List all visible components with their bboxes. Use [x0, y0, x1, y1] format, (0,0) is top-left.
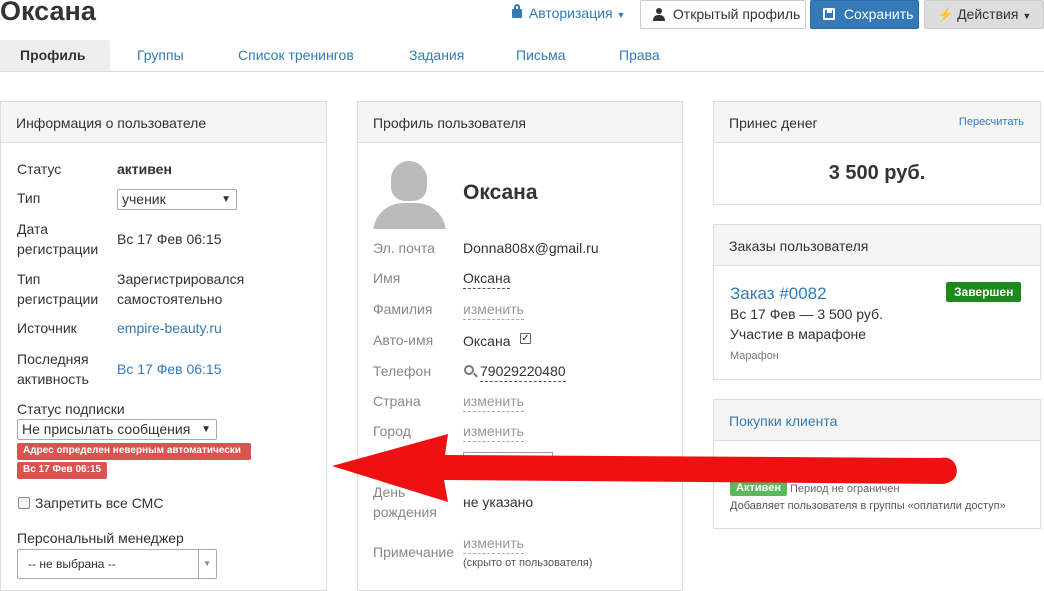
lastname-edit[interactable]: изменить [463, 299, 524, 320]
user-profile-panel: Профиль пользователя Оксана Эл. почта Do… [357, 101, 683, 591]
lock-icon [512, 4, 522, 18]
tab-letters[interactable]: Письма [516, 40, 566, 71]
profile-name: Оксана [463, 181, 538, 204]
source-label: Источник [17, 320, 77, 336]
note-hint: (скрыто от пользователя) [463, 557, 593, 569]
avatar [373, 159, 446, 229]
actions-dropdown[interactable]: ⚡ Действия ▼ [924, 0, 1044, 29]
purchase-active-badge: Активен [730, 480, 787, 496]
tab-groups[interactable]: Группы [137, 40, 184, 71]
purchases-panel: Покупки клиента Активен Период не ограни… [713, 399, 1041, 529]
date-badge: Вс 17 Фев 06:15 [17, 462, 107, 479]
panel-heading: Заказы пользователя [714, 225, 1040, 266]
reg-date-value: Вс 17 Фев 06:15 [117, 231, 222, 247]
sms-ban-label: Запретить все СМС [35, 495, 164, 511]
lastname-label: Фамилия [373, 301, 433, 317]
country-edit[interactable]: изменить [463, 391, 524, 412]
phone-label: Телефон [373, 363, 432, 379]
panel-heading: Профиль пользователя [358, 102, 682, 143]
user-icon [653, 8, 665, 21]
order-date-amount: Вс 17 Фев — 3 500 руб. [730, 306, 883, 322]
purchase-title-obscured [730, 460, 930, 470]
manager-select[interactable]: -- не выбрана -- ▼ [17, 549, 217, 579]
autoname-label: Авто-имя [373, 332, 434, 348]
reg-date-label: Дата регистрации [17, 221, 99, 257]
page-title: Оксана [0, 0, 96, 26]
authorization-label: Авторизация [528, 5, 613, 21]
manager-label: Персональный менеджер [17, 530, 184, 546]
subscription-select[interactable]: Не присылать сообщения ▼ [17, 419, 217, 440]
last-active-label: Последняя активность [17, 351, 89, 387]
save-button[interactable]: Сохранить [810, 0, 919, 29]
order-link[interactable]: Заказ #0082 [730, 283, 827, 305]
open-profile-button[interactable]: Открытый профиль [640, 0, 806, 29]
actions-label: Действия [957, 6, 1019, 22]
order-description: Участие в марафоне [730, 326, 867, 342]
top-bar: Оксана Авторизация ▼ Открытый профиль Со… [0, 0, 1044, 30]
tab-bar: Профиль Группы Список тренингов Задания … [0, 40, 1044, 72]
orders-panel: Заказы пользователя Заказ #0082 Завершен… [713, 224, 1041, 380]
reg-type-label: Тип регистрации [17, 271, 99, 307]
bolt-icon: ⚡ [937, 7, 954, 22]
panel-heading: Информация о пользователе [1, 102, 326, 143]
purchase-description: Добавляет пользователя в группы «оплатил… [730, 500, 1006, 512]
city-label: Город [373, 423, 411, 439]
type-label: Тип [17, 190, 41, 206]
phone-edit[interactable]: 79029220480 [480, 361, 566, 382]
reg-type-value: Зарегистрировался самостоятельно [117, 271, 245, 307]
tab-trainings[interactable]: Список тренингов [238, 40, 354, 71]
floppy-icon [823, 8, 835, 20]
autoname-checkbox[interactable]: ✓ [520, 333, 531, 344]
address-error-badge: Адрес определен неверным автоматически [17, 443, 251, 460]
hidden-field[interactable] [463, 452, 553, 472]
birthday-value: не указано [463, 494, 534, 510]
caret-down-icon: ▼ [1022, 11, 1032, 21]
open-profile-label: Открытый профиль [672, 6, 801, 22]
last-active-link[interactable]: Вс 17 Фев 06:15 [117, 359, 221, 379]
order-status-badge: Завершен [946, 282, 1022, 302]
manager-select-value: -- не выбрана -- [28, 557, 116, 571]
note-label: Примечание [373, 544, 455, 560]
money-panel: Принес денег Пересчитать 3 500 руб. [713, 101, 1041, 205]
tab-rights[interactable]: Права [619, 40, 660, 71]
caret-down-icon: ▼ [201, 424, 211, 435]
subscription-select-value: Не присылать сообщения [22, 421, 191, 437]
firstname-edit[interactable]: Оксана [463, 268, 511, 289]
note-edit[interactable]: изменить [463, 533, 524, 554]
type-select-value: ученик [122, 191, 166, 207]
status-label: Статус [17, 161, 62, 177]
status-value: активен [117, 161, 172, 177]
type-select[interactable]: ученик ▼ [117, 189, 237, 210]
order-category: Марафон [730, 350, 779, 362]
caret-down-icon: ▼ [616, 10, 626, 20]
purchases-heading-link[interactable]: Покупки клиента [714, 400, 1040, 441]
caret-down-icon: ▼ [221, 194, 231, 205]
authorization-dropdown[interactable]: Авторизация ▼ [500, 0, 634, 29]
country-label: Страна [373, 393, 421, 409]
firstname-label: Имя [373, 270, 401, 286]
autoname-value: Оксана [463, 333, 511, 349]
source-link[interactable]: empire-beauty.ru [117, 318, 222, 338]
save-label: Сохранить [843, 6, 914, 22]
money-amount: 3 500 руб. [828, 162, 926, 184]
user-info-panel: Информация о пользователе Статус активен… [0, 101, 327, 591]
sms-ban-checkbox[interactable] [18, 497, 30, 509]
recalculate-link[interactable]: Пересчитать [959, 112, 1024, 132]
city-edit[interactable]: изменить [463, 421, 524, 442]
email-value: Donna808x@gmail.ru [463, 240, 599, 256]
tab-tasks[interactable]: Задания [409, 40, 464, 71]
birthday-label: День рождения [373, 484, 437, 520]
email-label: Эл. почта [373, 240, 435, 256]
caret-down-icon: ▼ [203, 559, 211, 568]
search-icon[interactable] [464, 365, 478, 378]
tab-profile[interactable]: Профиль [0, 40, 110, 71]
subscription-label: Статус подписки [17, 401, 125, 417]
